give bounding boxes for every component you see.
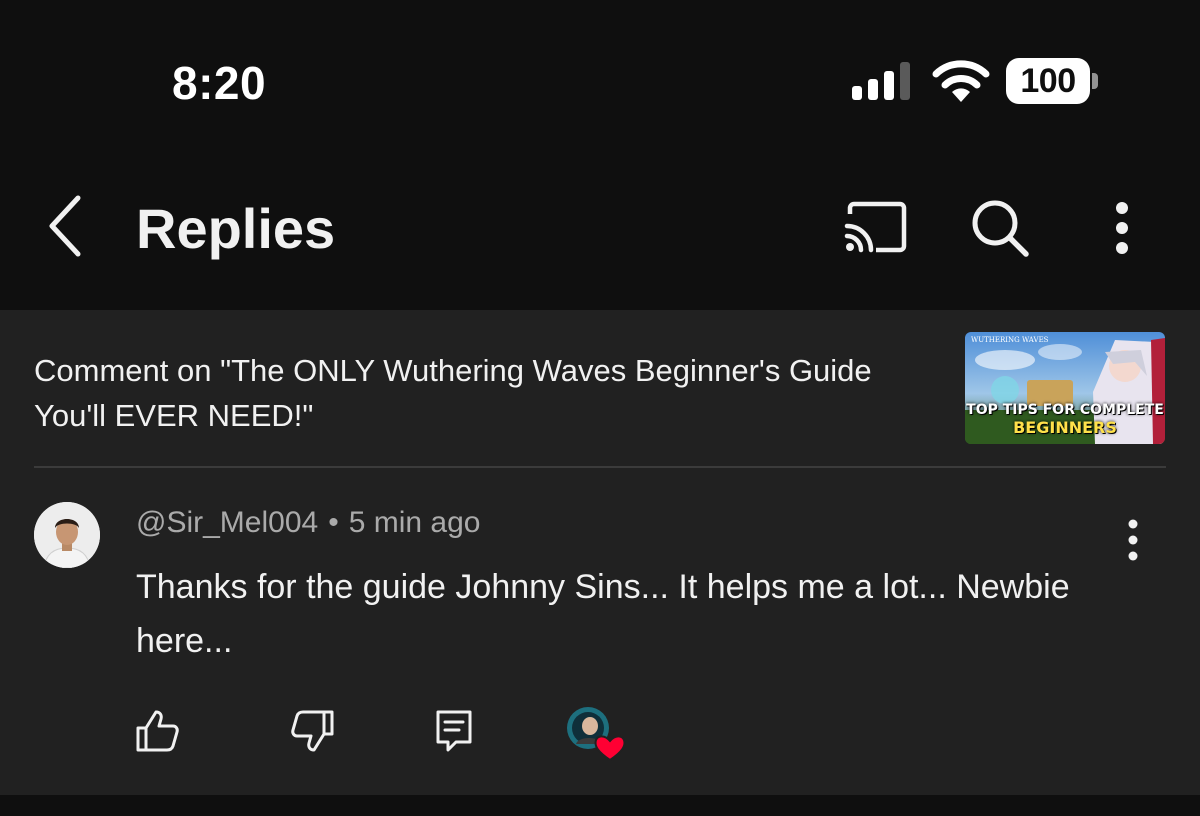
avatar[interactable] <box>34 502 100 568</box>
thumbs-down-icon[interactable] <box>290 708 336 754</box>
thumbs-up-icon[interactable] <box>134 708 180 754</box>
comment-meta: @Sir_Mel004 • 5 min ago <box>136 506 480 540</box>
bottom-bar <box>0 795 1200 816</box>
more-vertical-icon[interactable] <box>1102 196 1142 260</box>
app-header: Replies <box>0 160 1200 310</box>
video-thumbnail[interactable]: WUTHERING WAVES TOP TIPS FOR COMPLETE BE… <box>965 332 1165 444</box>
battery-nub <box>1092 73 1098 89</box>
signal-icon <box>852 62 910 100</box>
wifi-icon <box>932 60 990 102</box>
status-time: 8:20 <box>172 57 267 109</box>
comment-author[interactable]: @Sir_Mel004 <box>136 506 318 539</box>
creator-heart-icon <box>567 707 626 762</box>
avatar-image <box>34 502 100 568</box>
meta-separator: • <box>328 506 339 539</box>
reply-icon[interactable] <box>434 708 474 754</box>
comment-text: Thanks for the guide Johnny Sins... It h… <box>136 568 1070 660</box>
replies-panel: Comment on "The ONLY Wuthering Waves Beg… <box>0 310 1200 795</box>
status-bar: 8:20 100 <box>0 0 1200 160</box>
battery-level: 100 <box>1020 62 1076 100</box>
comment-more-icon[interactable] <box>1118 516 1148 564</box>
thumbnail-logo: WUTHERING WAVES <box>971 336 1049 344</box>
search-icon[interactable] <box>968 196 1032 260</box>
thumbnail-caption-line1: TOP TIPS FOR COMPLETE <box>966 402 1164 418</box>
comment-time: 5 min ago <box>348 506 481 539</box>
battery-icon: 100 <box>1006 58 1098 104</box>
thumbnail-caption-line2: BEGINNERS <box>1013 418 1117 437</box>
video-context-text: Comment on "The ONLY Wuthering Waves Beg… <box>34 353 872 433</box>
back-arrow-icon[interactable] <box>36 190 96 262</box>
page-title: Replies <box>136 197 336 260</box>
divider <box>34 466 1166 468</box>
cast-icon[interactable] <box>842 200 908 254</box>
